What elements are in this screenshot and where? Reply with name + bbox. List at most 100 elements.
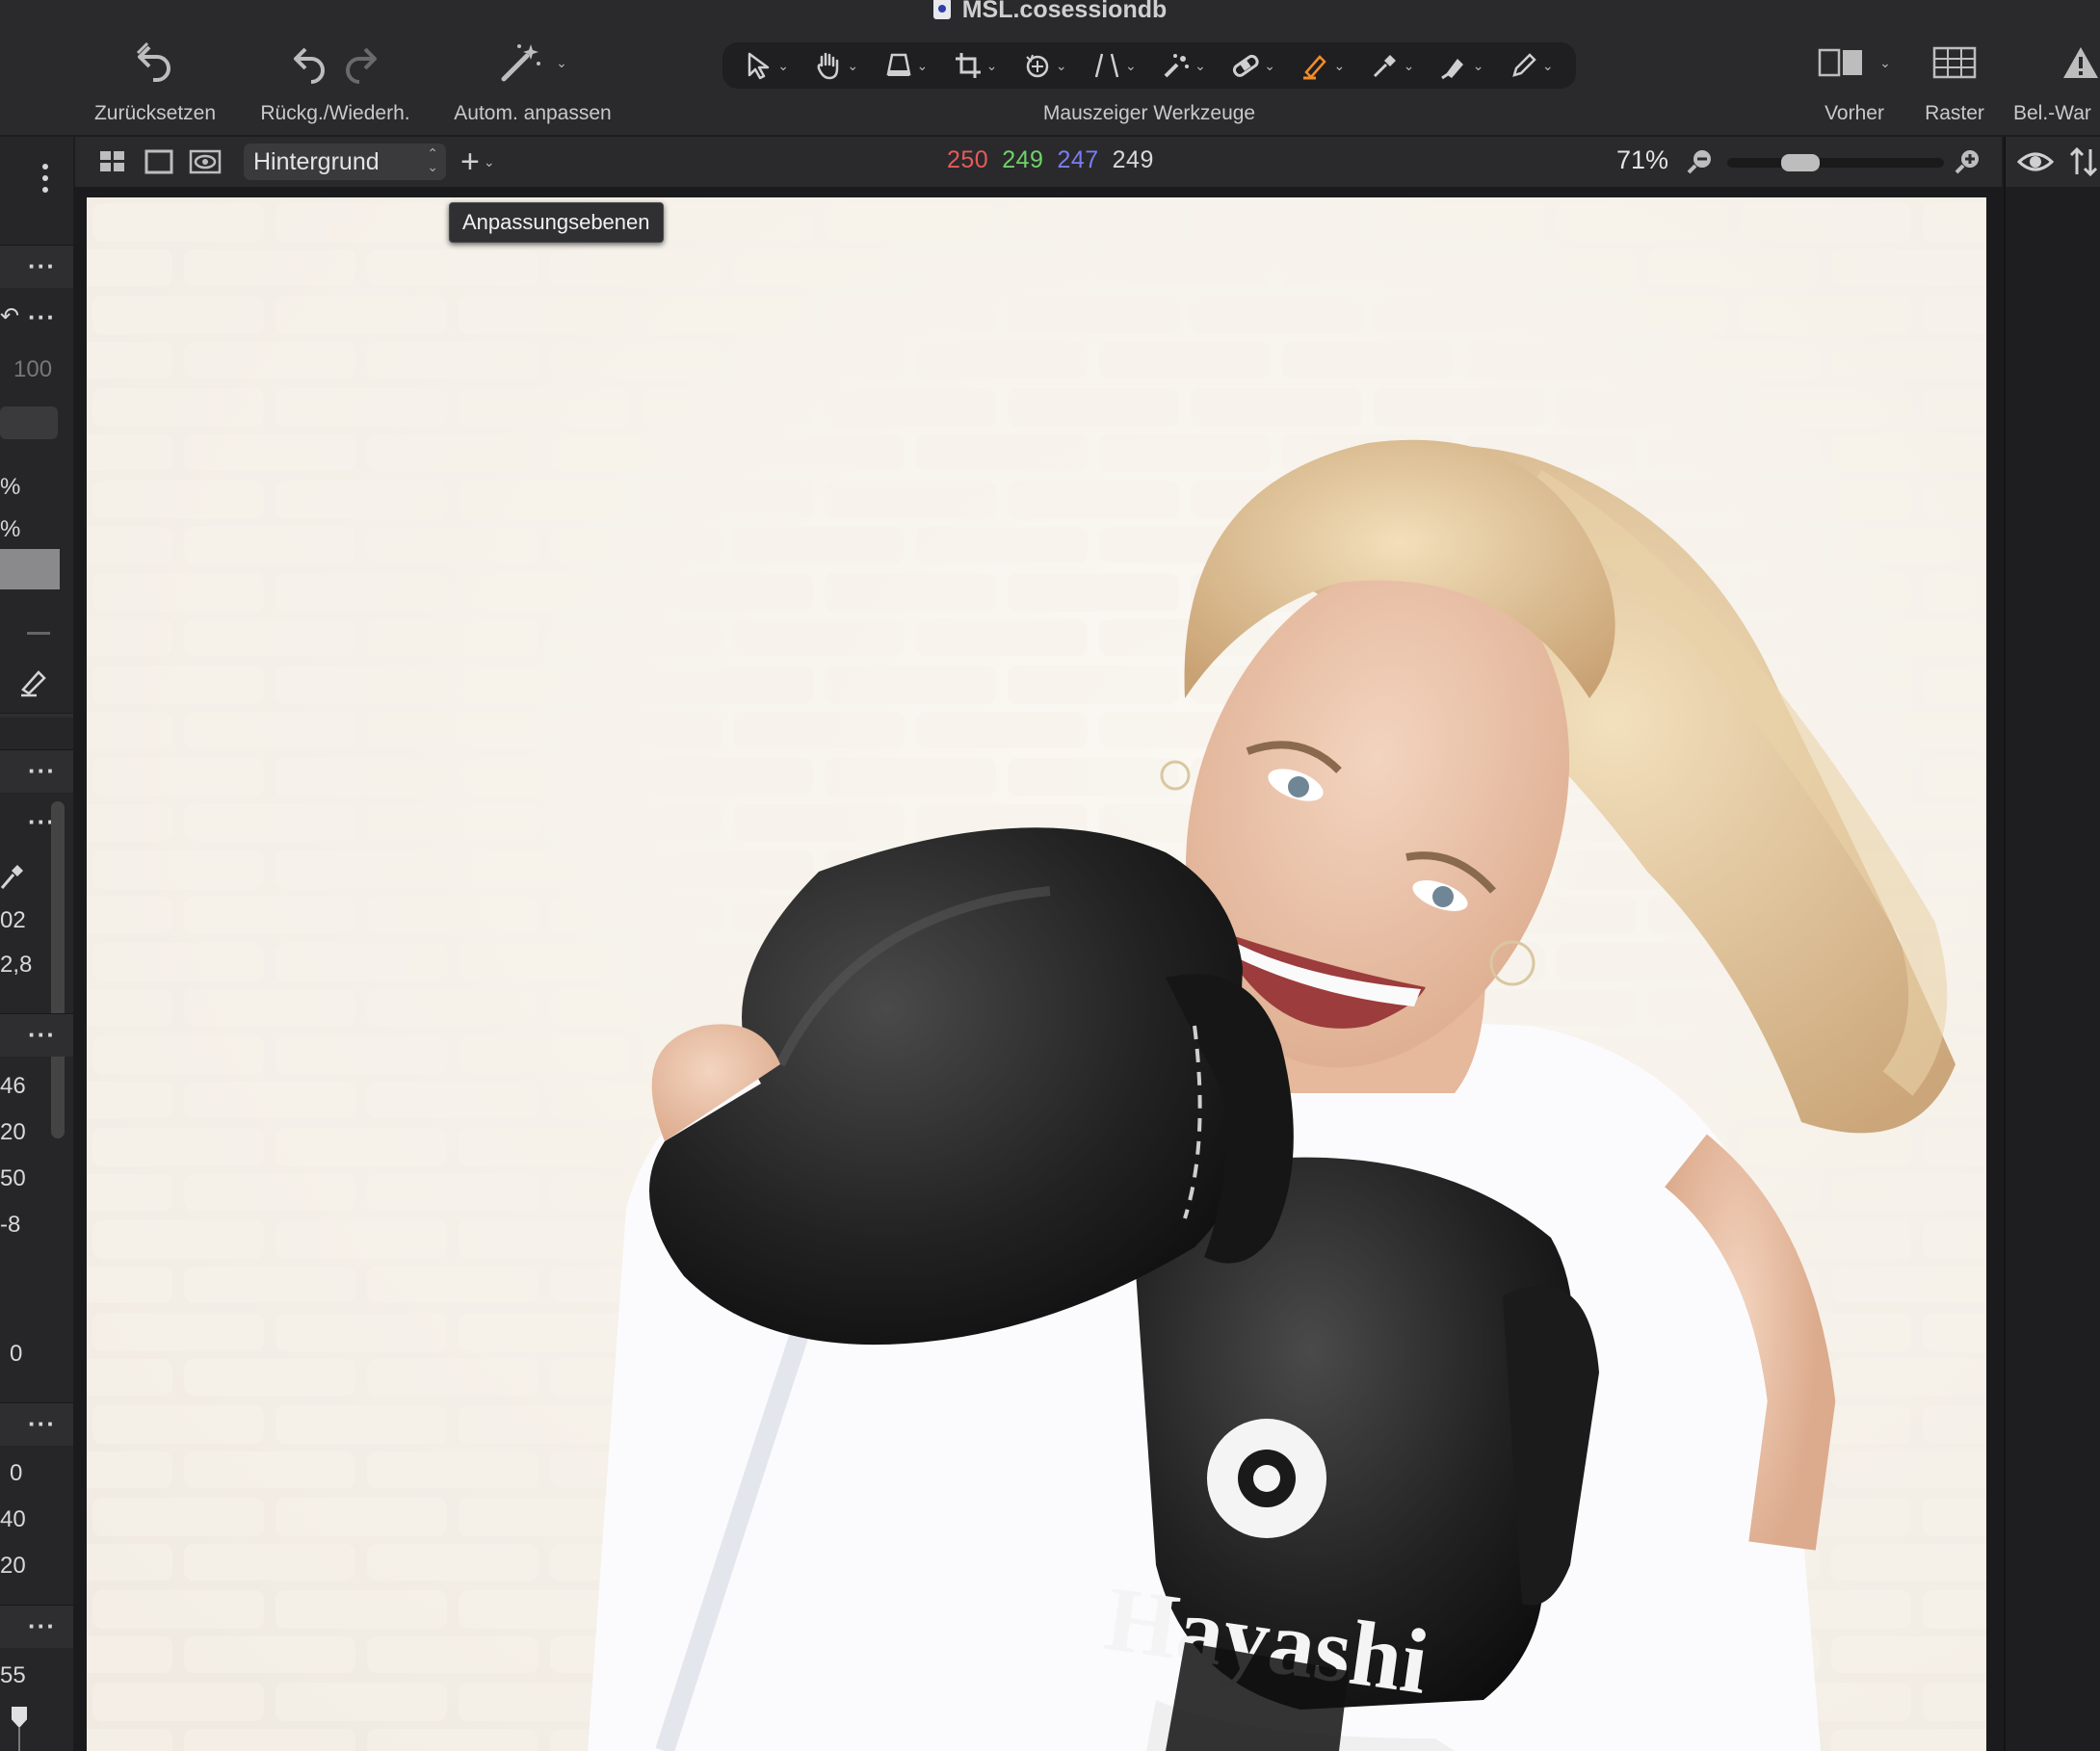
chevron-down-icon[interactable]: ⌄ [1879, 55, 1891, 71]
hand-icon [817, 52, 839, 80]
undo-redo-group: Rückg./Wiederh. [249, 29, 422, 125]
photo-canvas[interactable]: Hayashi [87, 197, 1986, 1751]
adjustment-value[interactable]: 20 [0, 1119, 26, 1146]
more-options-icon[interactable]: ··· [28, 1020, 56, 1050]
panel-section-header[interactable]: ··· [0, 1402, 73, 1446]
adjustment-value[interactable]: 20 [0, 1553, 26, 1580]
before-label: Vorher [1824, 102, 1884, 124]
zoom-level[interactable]: 71% [1616, 145, 1668, 175]
single-view-button[interactable] [144, 137, 173, 187]
keystone-tool[interactable]: ⌄ [1092, 51, 1137, 80]
rotate-icon [1026, 54, 1049, 78]
right-panel [2004, 137, 2100, 1751]
annotate-tool[interactable]: ⌄ [1440, 51, 1484, 80]
panel-section-header[interactable]: ↶ ··· [0, 297, 73, 339]
more-options-icon[interactable]: ··· [28, 302, 56, 332]
white-balance-value[interactable]: 02 [0, 907, 26, 934]
mode-select[interactable] [0, 406, 58, 439]
red-value: 250 [947, 146, 989, 173]
window-title-text: MSL.cosessiondb [961, 0, 1168, 23]
plus-icon: + [460, 143, 480, 180]
crop-icon [955, 53, 981, 78]
window-title: MSL.cosessiondb [0, 0, 2100, 24]
zoom-out-button[interactable] [1686, 137, 1715, 187]
adjustment-value[interactable]: 55 [0, 1662, 26, 1689]
chevron-down-icon: ⌄ [483, 153, 495, 170]
reset-button[interactable]: Zurücksetzen [85, 29, 225, 125]
draw-mask-tool[interactable]: ⌄ [1300, 51, 1345, 80]
color-picker-tool[interactable]: ⌄ [1371, 51, 1414, 80]
adjustment-value[interactable]: 40 [0, 1506, 26, 1533]
cursor-tools-bar: ⌄ ⌄ ⌄ ⌄ ⌄ ⌄ ⌄ ⌄ ⌄ ⌄ ⌄ ⌄ [722, 42, 1576, 89]
pen-icon [1512, 53, 1536, 77]
opacity-value[interactable]: 100 [13, 356, 52, 383]
preview-button[interactable] [189, 137, 222, 187]
more-options-icon[interactable]: ··· [28, 251, 56, 281]
undo-redo-label: Rückg./Wiederh. [260, 102, 410, 124]
single-view-icon [144, 149, 173, 174]
slider-handle[interactable] [12, 1707, 27, 1728]
more-options-icon[interactable]: ··· [28, 756, 56, 786]
more-options-icon[interactable]: ··· [28, 1409, 56, 1439]
auto-adjust-label: Autom. anpassen [454, 102, 612, 124]
loupe-tool[interactable]: ⌄ [884, 51, 928, 80]
panel-section-header[interactable]: ··· [0, 1013, 73, 1057]
before-button[interactable]: ⌄ Vorher [1801, 29, 1907, 125]
add-adjustment-layer-button[interactable]: + ⌄ [460, 137, 495, 187]
tool-panel: ··· ↶ ··· 100 % % ··· ··· 02 2,8 ··· 46 … [0, 137, 73, 1751]
grid-icon [1932, 46, 1977, 79]
divider [0, 713, 73, 718]
divider [27, 632, 50, 635]
exposure-warning-button[interactable]: Bel.-War [2013, 29, 2100, 125]
panel-scrollbar[interactable] [51, 801, 65, 1138]
multi-view-button[interactable] [98, 137, 127, 187]
warning-icon [2063, 47, 2098, 78]
zoom-slider-knob[interactable] [1780, 154, 1820, 171]
eye-icon[interactable] [2017, 150, 2054, 173]
white-balance-value[interactable]: 2,8 [0, 952, 32, 979]
sort-icon[interactable] [2067, 145, 2100, 178]
blue-value: 247 [1057, 146, 1099, 173]
more-options-icon[interactable]: ··· [28, 1611, 56, 1641]
undo-icon[interactable] [292, 41, 328, 84]
pen-tool[interactable]: ⌄ [1509, 51, 1554, 80]
heal-tool[interactable]: ⌄ [1231, 51, 1275, 80]
panel-section-header[interactable]: ··· [0, 245, 73, 288]
exposure-warning-label: Bel.-War [2013, 102, 2091, 124]
zoom-slider[interactable] [1727, 154, 1944, 171]
eyedropper-icon[interactable] [0, 861, 25, 895]
spot-removal-tool[interactable]: ⌄ [1162, 51, 1206, 80]
auto-adjust-button[interactable]: ⌄ Autom. anpassen [443, 29, 622, 125]
grid-button[interactable]: Raster [1917, 29, 1992, 125]
cursor-tools-label: Mauszeiger Werkzeuge [1042, 102, 1256, 124]
color-swatch[interactable] [0, 549, 60, 589]
grid-view-icon [100, 151, 124, 171]
panel-menu-icon[interactable] [42, 164, 50, 193]
adjustment-value[interactable]: 50 [0, 1165, 26, 1192]
slider-track [18, 1728, 20, 1751]
right-panel-header [2006, 137, 2100, 187]
layer-select[interactable]: Hintergrund ⌃ ⌄ [244, 144, 446, 180]
stepper-icon: ⌃ ⌄ [427, 145, 438, 174]
draw-mask-icon[interactable] [17, 663, 52, 702]
adjustment-value[interactable]: 0 [10, 1460, 22, 1487]
adjustment-value[interactable]: 0 [10, 1341, 22, 1368]
panel-section-header[interactable]: ··· [0, 749, 73, 793]
select-tool[interactable]: ⌄ [745, 51, 789, 80]
keystone-icon [1094, 53, 1119, 78]
loupe-icon [885, 53, 911, 76]
eyedropper-icon [1373, 55, 1396, 78]
crop-tool[interactable]: ⌄ [954, 51, 997, 80]
panel-section-header[interactable]: ··· [0, 1605, 73, 1648]
pan-tool[interactable]: ⌄ [814, 51, 858, 80]
chevron-down-icon[interactable]: ⌄ [556, 55, 567, 71]
magic-wand-icon [501, 44, 541, 82]
reset-tool-icon[interactable]: ↶ [0, 302, 19, 330]
redo-icon[interactable] [342, 41, 379, 84]
rotate-tool[interactable]: ⌄ [1023, 51, 1067, 80]
adjustment-value[interactable]: -8 [0, 1212, 20, 1239]
adjustment-value[interactable]: 46 [0, 1073, 26, 1100]
arrow-cursor-icon [748, 52, 770, 80]
zoom-in-button[interactable] [1954, 137, 1982, 187]
brush-icon [1303, 55, 1327, 80]
